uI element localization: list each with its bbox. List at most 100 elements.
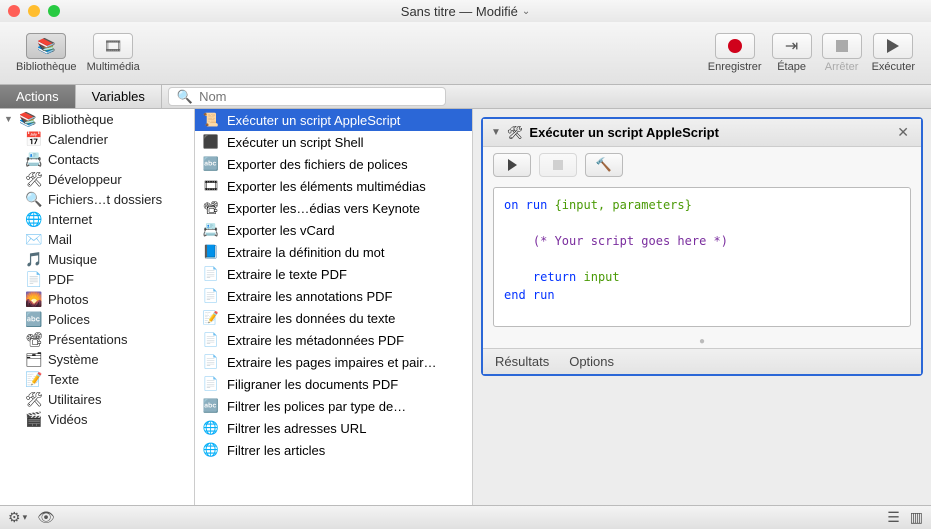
action-icon: 🔤 [203, 156, 219, 172]
record-label: Enregistrer [708, 61, 762, 73]
gear-menu-button[interactable]: ⚙▾ [8, 509, 27, 526]
resize-handle[interactable]: ● [483, 335, 921, 348]
library-sidebar: ▼ 📚 Bibliothèque 📅Calendrier📇Contacts🛠Dé… [0, 109, 195, 505]
step-controls: 🔨 [483, 147, 921, 183]
library-icon: 📚 [26, 33, 66, 59]
script-editor[interactable]: on run {input, parameters} (* Your scrip… [493, 187, 911, 327]
action-icon: 📜 [203, 112, 219, 128]
options-tab[interactable]: Options [569, 354, 614, 369]
variables-tab[interactable]: Variables [76, 85, 162, 108]
category-icon: 🌐 [26, 211, 42, 227]
sidebar-item-label: Présentations [48, 332, 128, 347]
sidebar-item[interactable]: ✉️Mail [0, 229, 194, 249]
action-icon: 🌐 [203, 442, 219, 458]
library-folder-icon: 📚 [20, 111, 36, 127]
sidebar-item[interactable]: 🛠Développeur [0, 169, 194, 189]
category-icon: 📄 [26, 271, 42, 287]
library-button[interactable]: 📚 Bibliothèque [12, 31, 81, 75]
library-root-label: Bibliothèque [42, 112, 114, 127]
script-run-button[interactable] [493, 153, 531, 177]
sidebar-item-label: Contacts [48, 152, 99, 167]
actions-list: 📜Exécuter un script AppleScript⬛Exécuter… [195, 109, 473, 505]
action-item[interactable]: 📽Exporter les…édias vers Keynote [195, 197, 472, 219]
script-stop-button[interactable] [539, 153, 577, 177]
category-icon: 🎬 [26, 411, 42, 427]
action-label: Exécuter un script Shell [227, 135, 364, 150]
action-label: Exporter les vCard [227, 223, 335, 238]
zoom-window-button[interactable] [48, 5, 60, 17]
minimize-window-button[interactable] [28, 5, 40, 17]
search-field[interactable]: 🔍 [168, 87, 446, 106]
action-label: Exporter les…édias vers Keynote [227, 201, 420, 216]
record-button[interactable]: Enregistrer [704, 31, 766, 75]
results-tab[interactable]: Résultats [495, 354, 549, 369]
action-icon: 🎞 [203, 178, 219, 194]
action-item[interactable]: 📄Extraire les métadonnées PDF [195, 329, 472, 351]
sidebar-item[interactable]: 🌄Photos [0, 289, 194, 309]
action-item[interactable]: 📄Extraire les pages impaires et pair… [195, 351, 472, 373]
run-label: Exécuter [872, 61, 915, 73]
script-compile-button[interactable]: 🔨 [585, 153, 623, 177]
run-icon [873, 33, 913, 59]
action-item[interactable]: 📄Extraire les annotations PDF [195, 285, 472, 307]
sidebar-item[interactable]: 📅Calendrier [0, 129, 194, 149]
close-window-button[interactable] [8, 5, 20, 17]
category-icon: 🗂 [26, 351, 42, 367]
applescript-icon: 🛠 [507, 125, 524, 141]
sidebar-item-label: Texte [48, 372, 79, 387]
action-item[interactable]: 🌐Filtrer les articles [195, 439, 472, 461]
library-root[interactable]: ▼ 📚 Bibliothèque [0, 109, 194, 129]
sidebar-item-label: Fichiers…t dossiers [48, 192, 162, 207]
step-label: Étape [777, 61, 806, 73]
step-button[interactable]: ⇥ Étape [768, 31, 816, 75]
step-header[interactable]: ▼ 🛠 Exécuter un script AppleScript ✕ [483, 119, 921, 147]
action-item[interactable]: 🔤Filtrer les polices par type de… [195, 395, 472, 417]
actions-tab[interactable]: Actions [0, 85, 76, 108]
record-icon [715, 33, 755, 59]
step-title: Exécuter un script AppleScript [529, 125, 887, 140]
run-button[interactable]: Exécuter [868, 31, 919, 75]
quicklook-button[interactable]: 👁 [37, 509, 55, 526]
action-item[interactable]: 📇Exporter les vCard [195, 219, 472, 241]
log-view-button[interactable]: ☰ [887, 509, 900, 526]
search-input[interactable] [199, 89, 437, 104]
sidebar-item[interactable]: 📽 Présentations [0, 329, 194, 349]
code-args: {input, parameters} [547, 198, 692, 212]
workflow-canvas[interactable]: ▼ 🛠 Exécuter un script AppleScript ✕ 🔨 o… [473, 109, 931, 505]
sidebar-item[interactable]: 📇Contacts [0, 149, 194, 169]
close-icon[interactable]: ✕ [893, 124, 913, 141]
action-label: Extraire le texte PDF [227, 267, 347, 282]
category-icon: 📽 [26, 331, 42, 347]
action-item[interactable]: 📄Filigraner les documents PDF [195, 373, 472, 395]
sidebar-item[interactable]: 🎬Vidéos [0, 409, 194, 429]
action-label: Extraire la définition du mot [227, 245, 385, 260]
workflow-view-button[interactable]: ▥ [910, 509, 923, 526]
category-icon: 🔍 [26, 191, 42, 207]
action-icon: 🌐 [203, 420, 219, 436]
sidebar-item[interactable]: 📄PDF [0, 269, 194, 289]
action-item[interactable]: ⬛Exécuter un script Shell [195, 131, 472, 153]
media-button[interactable]: 🎞 Multimédia [83, 31, 144, 75]
action-item[interactable]: 📝Extraire les données du texte [195, 307, 472, 329]
sidebar-item[interactable]: 🔍 Fichiers…t dossiers [0, 189, 194, 209]
sidebar-item[interactable]: 🛠Utilitaires [0, 389, 194, 409]
disclosure-triangle-icon: ▼ [491, 127, 501, 138]
category-icon: 📝 [26, 371, 42, 387]
action-item[interactable]: 🔤Exporter des fichiers de polices [195, 153, 472, 175]
action-item[interactable]: 📄Extraire le texte PDF [195, 263, 472, 285]
stop-icon [822, 33, 862, 59]
sidebar-item[interactable]: 🎵Musique [0, 249, 194, 269]
bottom-bar: ⚙▾ 👁 ☰ ▥ [0, 505, 931, 529]
sidebar-item[interactable]: 📝 Texte [0, 369, 194, 389]
action-item[interactable]: 📜Exécuter un script AppleScript [195, 109, 472, 131]
category-icon: ✉️ [26, 231, 42, 247]
action-item[interactable]: 🌐Filtrer les adresses URL [195, 417, 472, 439]
action-item[interactable]: 📘 Extraire la définition du mot [195, 241, 472, 263]
action-icon: 📘 [203, 244, 219, 260]
stop-button[interactable]: Arrêter [818, 31, 866, 75]
workflow-step: ▼ 🛠 Exécuter un script AppleScript ✕ 🔨 o… [481, 117, 923, 376]
sidebar-item[interactable]: 🗂Système [0, 349, 194, 369]
sidebar-item[interactable]: 🔤Polices [0, 309, 194, 329]
action-item[interactable]: 🎞Exporter les éléments multimédias [195, 175, 472, 197]
sidebar-item[interactable]: 🌐Internet [0, 209, 194, 229]
